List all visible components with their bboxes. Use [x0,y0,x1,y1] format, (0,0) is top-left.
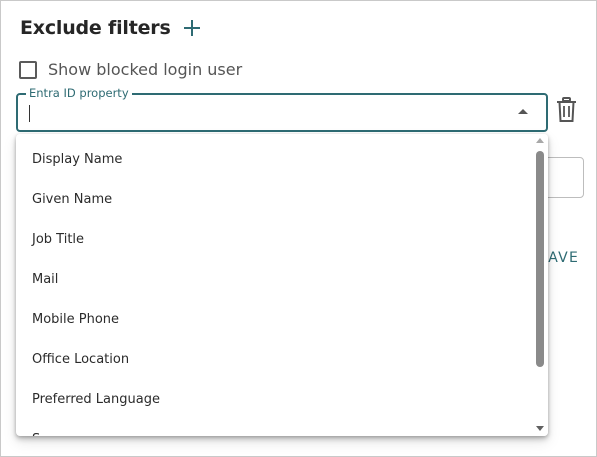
show-blocked-label: Show blocked login user [48,60,243,79]
option-partial[interactable]: S [16,420,532,436]
trash-icon[interactable] [556,97,577,123]
option-preferred-language[interactable]: Preferred Language [16,380,532,420]
panel-header: Exclude filters [20,17,201,39]
text-cursor [29,105,30,122]
option-job-title[interactable]: Job Title [16,220,532,260]
option-given-name[interactable]: Given Name [16,180,532,220]
dropdown-scrollbar[interactable] [532,134,548,436]
scroll-up-arrow-icon[interactable] [536,138,544,143]
exclude-filters-panel: Exclude filters Show blocked login user … [0,0,597,457]
option-office-location[interactable]: Office Location [16,340,532,380]
entra-property-label: Entra ID property [26,86,132,100]
option-display-name[interactable]: Display Name [16,140,532,180]
option-mail[interactable]: Mail [16,260,532,300]
add-filter-button[interactable] [183,19,201,37]
option-mobile-phone[interactable]: Mobile Phone [16,300,532,340]
show-blocked-row[interactable]: Show blocked login user [19,60,242,79]
entra-property-select[interactable]: Entra ID property [16,86,548,132]
scroll-down-arrow-icon[interactable] [536,426,544,431]
panel-title: Exclude filters [20,17,171,39]
property-dropdown-list: Display Name Given Name Job Title Mail M… [16,134,548,436]
chevron-up-icon[interactable] [518,109,528,114]
property-options: Display Name Given Name Job Title Mail M… [16,140,532,436]
scrollbar-thumb[interactable] [536,151,544,367]
show-blocked-checkbox[interactable] [19,60,37,79]
